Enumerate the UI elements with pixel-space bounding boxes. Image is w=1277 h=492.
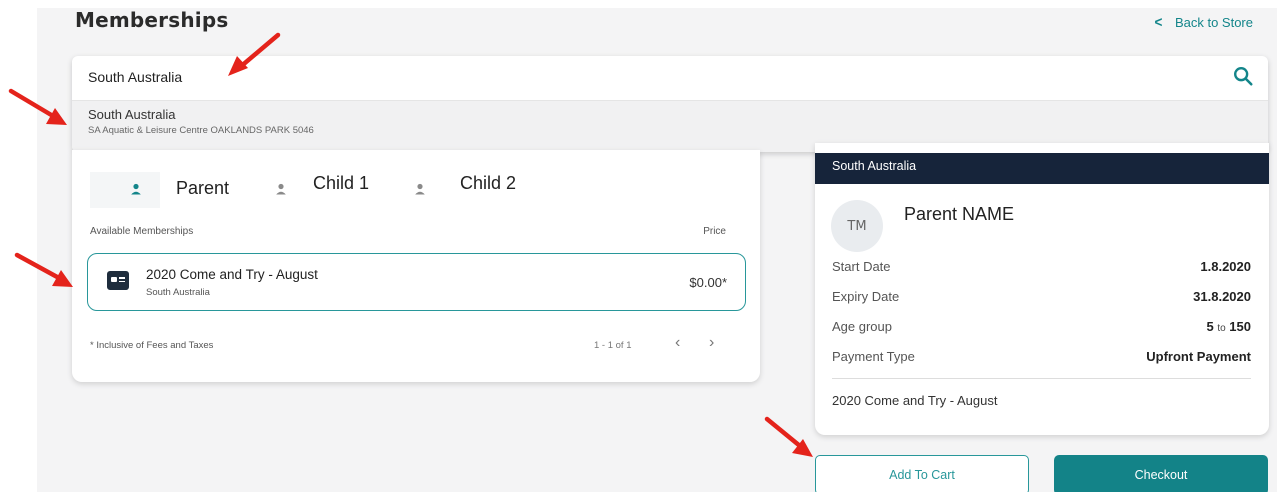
membership-card-icon [107,271,129,290]
detail-row-expiry-date: Expiry Date 31.8.2020 [832,289,1251,304]
page-title: Memberships [75,8,229,32]
detail-row-payment-type: Payment Type Upfront Payment [832,349,1251,364]
membership-subtitle: South Australia [146,287,210,298]
detail-label: Age group [832,319,892,334]
detail-value: 31.8.2020 [1193,289,1251,304]
avatar: TM [831,200,883,252]
detail-value: 1.8.2020 [1200,259,1251,274]
chevron-right-icon[interactable]: › [709,334,714,352]
search-icon[interactable] [1232,65,1254,87]
arrow-annotation [764,416,813,457]
member-name: Parent NAME [904,204,1015,224]
chevron-left-icon: < [1154,14,1163,31]
detail-value: 5 to 150 [1206,319,1251,334]
membership-title: 2020 Come and Try - August [146,267,318,282]
detail-row-age-group: Age group 5 to 150 [832,319,1251,334]
back-to-store-link[interactable]: < Back to Store [1154,14,1253,31]
arrow-annotation [8,88,67,125]
detail-label: Payment Type [832,349,915,364]
arrow-annotation [228,32,281,76]
tab-child-2[interactable]: Child 2 [414,171,516,195]
suggestion-title: South Australia [88,107,176,122]
tab-child-2-label: Child 2 [460,172,517,193]
checkout-button[interactable]: Checkout [1054,455,1268,492]
tab-child-1-label: Child 1 [313,172,370,193]
fees-footnote: * Inclusive of Fees and Taxes [90,340,214,351]
detail-row-start-date: Start Date 1.8.2020 [832,259,1251,274]
chevron-left-icon[interactable]: ‹ [675,334,680,352]
summary-header: South Australia [815,153,1269,184]
summary-card: South Australia TM Parent NAME Start Dat… [815,143,1269,435]
suggestion-subtitle: SA Aquatic & Leisure Centre OAKLANDS PAR… [88,125,314,136]
price-heading: Price [703,226,726,237]
membership-item[interactable]: 2020 Come and Try - August South Austral… [87,253,746,311]
tab-parent[interactable]: Parent [130,178,229,199]
back-to-store-label: Back to Store [1174,15,1253,30]
arrow-annotation [14,252,73,287]
person-icon [415,183,425,195]
person-icon [276,183,286,195]
membership-price: $0.00* [689,275,727,290]
pagination-text: 1 - 1 of 1 [594,340,632,351]
summary-membership-name: 2020 Come and Try - August [832,393,998,408]
tab-parent-label: Parent [176,178,230,198]
add-to-cart-button[interactable]: Add To Cart [815,455,1029,492]
detail-label: Start Date [832,259,891,274]
detail-value: Upfront Payment [1146,349,1251,364]
detail-label: Expiry Date [832,289,900,304]
available-memberships-heading: Available Memberships [90,226,194,237]
memberships-card: Parent Child 1 Child 2 Available Members… [72,150,760,382]
divider [832,378,1251,379]
person-icon [131,183,141,194]
tab-child-1[interactable]: Child 1 [275,171,369,195]
